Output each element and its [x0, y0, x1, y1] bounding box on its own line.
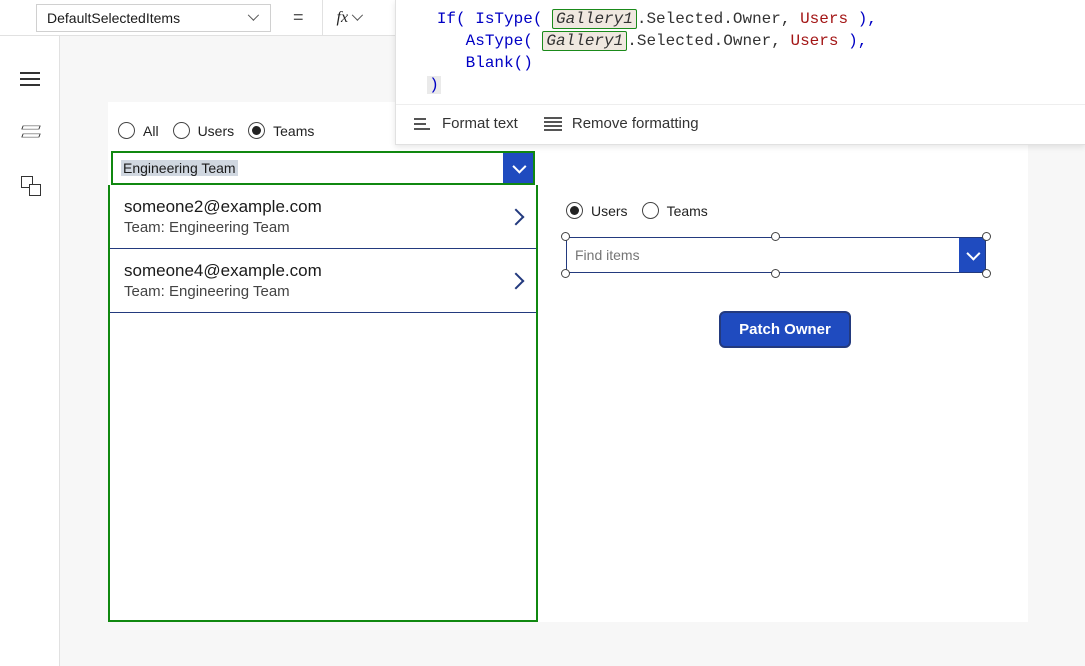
gallery-item-title: someone2@example.com — [124, 197, 322, 217]
radio-users[interactable]: Users — [173, 122, 235, 139]
radio-label: Users — [198, 123, 235, 139]
resize-handle[interactable] — [771, 269, 780, 278]
remove-formatting-icon — [544, 116, 562, 132]
property-selector[interactable]: DefaultSelectedItems — [36, 4, 271, 32]
fx-icon: fx — [337, 9, 349, 27]
owner-search-input[interactable] — [567, 247, 959, 263]
hamburger-icon[interactable] — [20, 72, 40, 88]
resize-handle[interactable] — [982, 269, 991, 278]
gallery-item-subtitle: Team: Engineering Team — [124, 219, 322, 236]
team-combobox-value: Engineering Team — [121, 160, 238, 176]
radio-icon — [173, 122, 190, 139]
formula-toolbar: Format text Remove formatting — [396, 104, 1085, 144]
formula-bar: If( IsType( Gallery1.Selected.Owner, Use… — [395, 0, 1085, 145]
gallery-item-title: someone4@example.com — [124, 261, 322, 281]
gallery-item-subtitle: Team: Engineering Team — [124, 283, 322, 300]
radio-icon — [118, 122, 135, 139]
chevron-down-icon[interactable] — [959, 238, 985, 272]
radio-all[interactable]: All — [118, 122, 159, 139]
left-rail — [0, 36, 60, 666]
format-text-label: Format text — [442, 115, 518, 132]
format-text-icon — [414, 116, 432, 132]
patch-owner-button[interactable]: Patch Owner — [719, 311, 851, 348]
right-radio-group: Users Teams — [566, 202, 708, 223]
resize-handle[interactable] — [771, 232, 780, 241]
chevron-right-icon — [510, 211, 522, 223]
chevron-down-icon — [248, 14, 260, 22]
resize-handle[interactable] — [982, 232, 991, 241]
gallery[interactable]: someone2@example.com Team: Engineering T… — [108, 185, 538, 622]
radio-icon — [248, 122, 265, 139]
chevron-down-icon[interactable] — [503, 153, 533, 183]
property-selector-value: DefaultSelectedItems — [47, 10, 180, 26]
resize-handle[interactable] — [561, 232, 570, 241]
chevron-right-icon — [510, 275, 522, 287]
gallery-item[interactable]: someone4@example.com Team: Engineering T… — [110, 249, 536, 313]
radio-label: Users — [591, 203, 628, 219]
equals-label: = — [285, 7, 312, 28]
radio-teams[interactable]: Teams — [642, 202, 708, 219]
right-panel: Users Teams Patch Owner — [538, 182, 1028, 622]
radio-teams[interactable]: Teams — [248, 122, 314, 139]
gallery-item[interactable]: someone2@example.com Team: Engineering T… — [110, 185, 536, 249]
remove-formatting-button[interactable]: Remove formatting — [544, 115, 699, 132]
owner-combobox[interactable] — [566, 237, 986, 273]
app-screen: All Users Teams Engineering Team someone… — [108, 102, 1028, 622]
radio-icon — [642, 202, 659, 219]
chevron-down-icon — [352, 14, 364, 22]
tree-view-icon[interactable] — [20, 124, 40, 140]
remove-formatting-label: Remove formatting — [572, 115, 699, 132]
radio-label: All — [143, 123, 159, 139]
formula-editor[interactable]: If( IsType( Gallery1.Selected.Owner, Use… — [396, 0, 1085, 104]
radio-label: Teams — [667, 203, 708, 219]
radio-label: Teams — [273, 123, 314, 139]
resize-handle[interactable] — [561, 269, 570, 278]
left-panel: All Users Teams Engineering Team someone… — [108, 102, 538, 622]
radio-icon — [566, 202, 583, 219]
radio-users[interactable]: Users — [566, 202, 628, 219]
components-icon[interactable] — [21, 176, 39, 194]
team-combobox[interactable]: Engineering Team — [111, 151, 535, 185]
fx-region[interactable]: fx — [322, 0, 379, 35]
format-text-button[interactable]: Format text — [414, 115, 518, 132]
